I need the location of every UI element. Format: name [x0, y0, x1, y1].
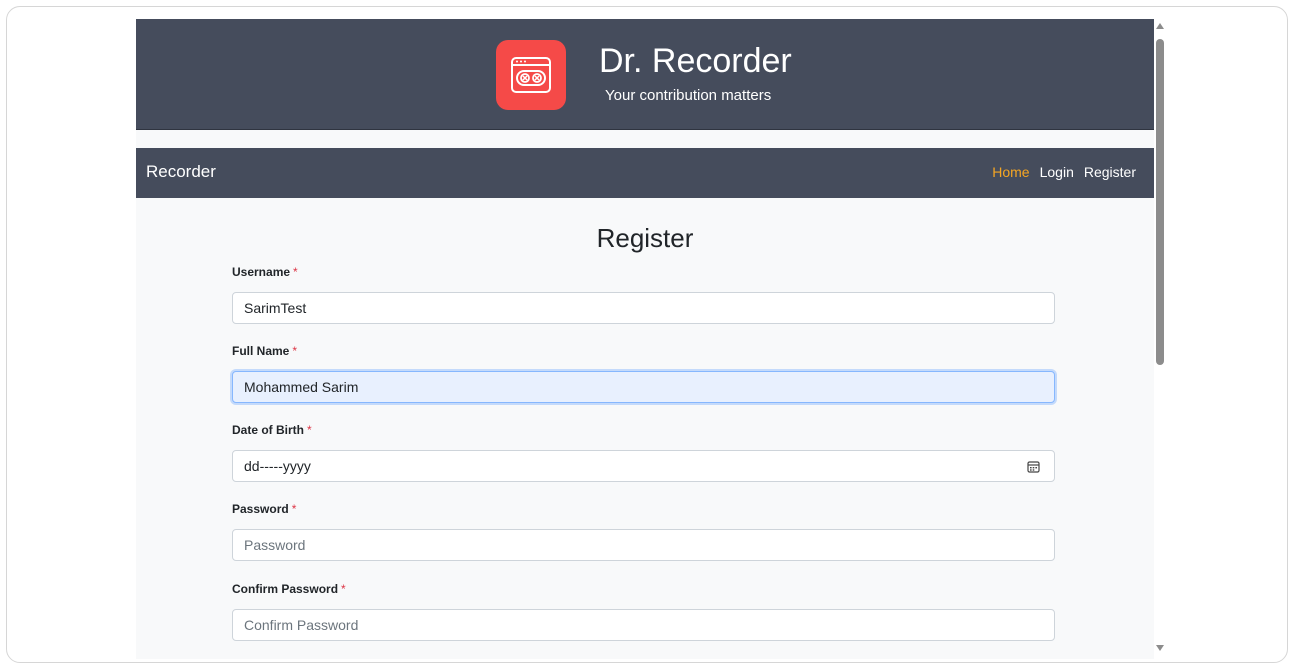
required-mark: * — [341, 582, 346, 596]
header-banner: Dr. Recorder Your contribution matters — [136, 19, 1154, 130]
calendar-icon[interactable] — [1027, 460, 1040, 473]
password-label: Password * — [232, 502, 296, 516]
username-label-text: Username — [232, 265, 291, 279]
dob-input[interactable]: dd-----yyyy — [232, 450, 1055, 482]
scrollbar-thumb[interactable] — [1156, 39, 1164, 365]
cassette-icon — [511, 57, 551, 93]
required-mark: * — [291, 502, 297, 516]
dob-label: Date of Birth * — [232, 423, 312, 437]
nav-register-link[interactable]: Register — [1084, 164, 1136, 180]
nav-home-link[interactable]: Home — [992, 164, 1029, 180]
page-viewport: Dr. Recorder Your contribution matters R… — [136, 19, 1154, 659]
app-subtitle: Your contribution matters — [605, 87, 772, 104]
full-name-label: Full Name * — [232, 344, 297, 358]
required-mark: * — [307, 423, 312, 437]
confirm-password-label-text: Confirm Password — [232, 582, 339, 596]
full-name-input[interactable]: Mohammed Sarim — [232, 371, 1055, 403]
password-label-text: Password — [232, 502, 289, 516]
confirm-password-input[interactable]: Confirm Password — [232, 609, 1055, 641]
username-label: Username * — [232, 265, 298, 279]
full-name-label-text: Full Name — [232, 344, 290, 358]
username-input[interactable]: SarimTest — [232, 292, 1055, 324]
required-mark: * — [292, 344, 298, 358]
page-title: Register — [596, 223, 694, 253]
dob-label-text: Date of Birth — [232, 423, 304, 437]
nav-links: Home Login Register — [992, 164, 1136, 180]
scroll-down-arrow-icon[interactable] — [1156, 645, 1164, 651]
confirm-password-label: Confirm Password * — [232, 582, 346, 596]
required-mark: * — [293, 265, 298, 279]
scroll-up-arrow-icon[interactable] — [1156, 23, 1164, 29]
vertical-scrollbar[interactable] — [1154, 19, 1168, 659]
nav-login-link[interactable]: Login — [1040, 164, 1074, 180]
password-input[interactable]: Password — [232, 529, 1055, 561]
dob-placeholder: dd-----yyyy — [244, 458, 311, 474]
navbar-brand[interactable]: Recorder — [146, 162, 216, 182]
app-title: Dr. Recorder — [599, 42, 792, 80]
navbar: Recorder Home Login Register — [136, 148, 1154, 198]
app-logo — [496, 40, 566, 110]
